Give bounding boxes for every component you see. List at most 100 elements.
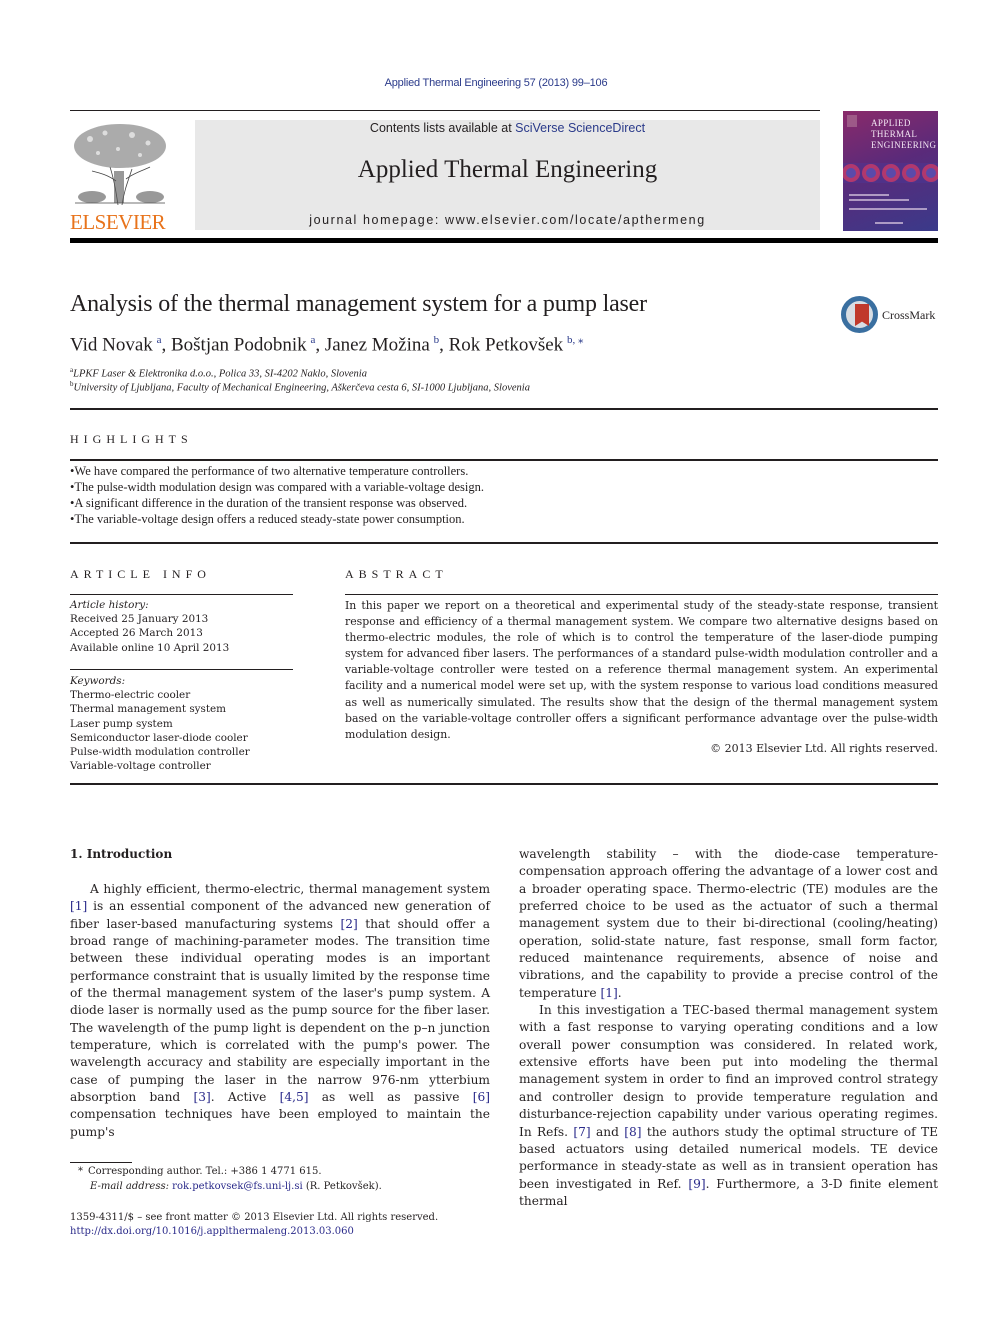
article-title: Analysis of the thermal management syste…	[70, 291, 647, 317]
email-link[interactable]: rok.petkovsek@fs.uni-lj.si	[172, 1181, 303, 1192]
highlight-text: A significant difference in the duration…	[74, 496, 468, 510]
journal-title: Applied Thermal Engineering	[357, 156, 658, 183]
footnote-text: Corresponding author. Tel.: +386 1 4771 …	[88, 1166, 322, 1177]
citation-link[interactable]: [4,5]	[280, 1090, 309, 1104]
cover-elsevier-mini-icon	[847, 115, 857, 127]
body-text: A highly efficient, thermo-electric, the…	[90, 882, 490, 896]
citation-link[interactable]: [7]	[573, 1125, 590, 1139]
highlight-item: •The variable-voltage design offers a re…	[70, 512, 465, 526]
elsevier-wordmark[interactable]: ELSEVIER	[70, 210, 170, 235]
author-name: Boštjan Podobnik	[170, 334, 307, 356]
cover-text-line	[875, 222, 903, 224]
doi-container: http://dx.doi.org/10.1016/j.applthermale…	[70, 1226, 354, 1237]
author-name: Janez Možina	[324, 334, 430, 356]
paragraph: wavelength stability – with the diode-ca…	[519, 846, 938, 1002]
author-affiliation-mark[interactable]: a	[310, 334, 315, 346]
journal-homepage[interactable]: journal homepage: www.elsevier.com/locat…	[195, 213, 820, 227]
body-right-column: wavelength stability – with the diode-ca…	[519, 846, 938, 1210]
citation-link[interactable]: [9]	[688, 1177, 705, 1191]
body-text: as well as passive	[308, 1090, 473, 1105]
crossmark-label: CrossMark	[882, 308, 936, 322]
citation-link[interactable]: [1]	[70, 899, 87, 913]
cover-text-line	[849, 199, 909, 201]
divider	[70, 459, 938, 461]
abstract-copyright: © 2013 Elsevier Ltd. All rights reserved…	[710, 742, 938, 755]
highlight-item: •The pulse-width modulation design was c…	[70, 480, 485, 494]
article-history: Article history: Received 25 January 201…	[70, 598, 229, 655]
divider	[70, 408, 938, 410]
highlight-text: We have compared the performance of two …	[74, 464, 469, 478]
article-info-heading: ARTICLE INFO	[70, 567, 211, 581]
affiliation-text: LPKF Laser & Elektronika d.o.o., Polica …	[73, 368, 367, 380]
author-list: Vid Novak a, Boštjan Podobnik a, Janez M…	[70, 334, 584, 356]
author-name: Rok Petkovšek	[448, 334, 564, 356]
highlight-text: The pulse-width modulation design was co…	[74, 480, 485, 494]
author-affiliation-mark[interactable]: b	[434, 334, 440, 346]
journal-cover-image: APPLIED THERMAL ENGINEERING	[843, 111, 938, 231]
cover-text-line	[849, 194, 889, 196]
body-text: and	[590, 1124, 625, 1139]
author-affiliation-mark[interactable]: b, ⁎	[567, 334, 584, 346]
keywords-label: Keywords:	[70, 675, 126, 687]
email-suffix: (R. Petkovšek).	[302, 1181, 382, 1192]
affiliation-text: University of Ljubljana, Faculty of Mech…	[73, 382, 530, 394]
citation-link[interactable]: [8]	[624, 1125, 641, 1139]
footnote-rule	[70, 1162, 132, 1163]
sciencedirect-link[interactable]: SciVerse ScienceDirect	[515, 121, 645, 135]
email-label: E-mail address:	[90, 1181, 169, 1192]
highlight-item: •We have compared the performance of two…	[70, 464, 469, 478]
affiliation: bUniversity of Ljubljana, Faculty of Mec…	[70, 380, 530, 394]
abstract-text: In this paper we report on a theoretical…	[345, 599, 938, 741]
highlight-text: The variable-voltage design offers a red…	[74, 512, 465, 526]
keyword: Semiconductor laser-diode cooler	[70, 731, 248, 744]
history-date: Received 25 January 2013	[70, 613, 209, 626]
masthead-top-rule	[70, 110, 820, 111]
body-text: compensation techniques have been employ…	[70, 1107, 490, 1139]
body-text: .	[617, 985, 622, 1000]
highlight-item: •A significant difference in the duratio…	[70, 496, 468, 510]
journal-masthead-box: Contents lists available at SciVerse Sci…	[195, 120, 820, 230]
running-header[interactable]: Applied Thermal Engineering 57 (2013) 99…	[0, 77, 992, 89]
highlights-heading: HIGHLIGHTS	[70, 432, 193, 446]
author-name: Vid Novak	[70, 334, 153, 356]
affiliation: aLPKF Laser & Elektronika d.o.o., Polica…	[70, 366, 367, 380]
contents-line: Contents lists available at SciVerse Sci…	[195, 121, 820, 135]
email-note: E-mail address: rok.petkovsek@fs.uni-lj.…	[90, 1181, 382, 1192]
section-heading-introduction: 1. Introduction	[70, 847, 173, 861]
keyword: Thermo-electric cooler	[70, 689, 191, 702]
cover-title-line: ENGINEERING	[871, 140, 937, 150]
divider	[70, 783, 938, 785]
divider	[345, 594, 938, 595]
cover-title: APPLIED THERMAL ENGINEERING	[871, 118, 936, 151]
citation-link[interactable]: [2]	[340, 917, 357, 931]
cover-title-line: APPLIED	[871, 118, 911, 128]
history-date: Accepted 26 March 2013	[70, 627, 203, 640]
keyword: Pulse-width modulation controller	[70, 746, 250, 759]
citation-link[interactable]: [6]	[473, 1090, 490, 1104]
keyword: Variable-voltage controller	[70, 760, 211, 773]
contents-prefix: Contents lists available at	[369, 121, 516, 135]
divider	[70, 542, 938, 544]
abstract-heading: ABSTRACT	[345, 567, 448, 581]
author-affiliation-mark[interactable]: a	[157, 334, 162, 346]
body-text: . Active	[210, 1090, 280, 1105]
history-date: Available online 10 April 2013	[70, 641, 230, 654]
divider	[70, 594, 293, 595]
cover-wave-band-icon	[843, 163, 938, 183]
masthead-bottom-rule	[70, 238, 938, 243]
body-text: that should offer a broad range of machi…	[70, 916, 490, 1105]
body-left-column: A highly efficient, thermo-electric, the…	[70, 881, 490, 1141]
history-label: Article history:	[70, 599, 149, 611]
citation-link[interactable]: [3]	[193, 1090, 210, 1104]
crossmark-badge[interactable]: CrossMark	[841, 296, 941, 336]
elsevier-tree-logo-icon	[74, 124, 166, 206]
corresponding-author-note: * Corresponding author. Tel.: +386 1 477…	[78, 1166, 322, 1177]
cover-text-line	[849, 208, 927, 210]
body-text: In this investigation a TEC-based therma…	[519, 1003, 938, 1139]
divider	[70, 669, 293, 670]
crossmark-icon	[841, 296, 878, 333]
doi-link[interactable]: http://dx.doi.org/10.1016/j.applthermale…	[70, 1226, 354, 1237]
paragraph: In this investigation a TEC-based therma…	[519, 1002, 938, 1210]
citation-link[interactable]: [1]	[600, 986, 617, 1000]
issn-line: 1359-4311/$ – see front matter © 2013 El…	[70, 1212, 439, 1223]
